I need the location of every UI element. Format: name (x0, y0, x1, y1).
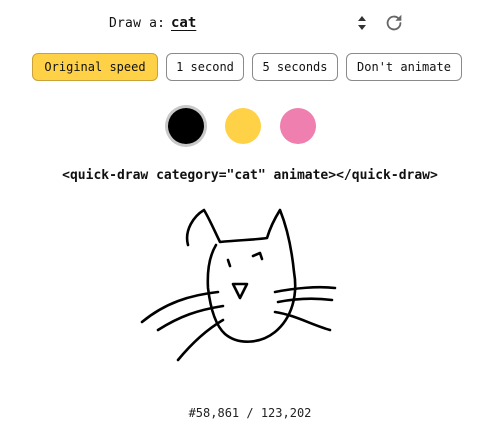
up-down-arrows-icon (358, 16, 366, 30)
cat-nose-stroke (231, 282, 249, 300)
cat-whisker-right-2 (276, 297, 334, 304)
cat-drawing (140, 208, 337, 362)
cat-right-eye-stroke (251, 251, 264, 261)
category-select[interactable]: cat (171, 12, 371, 36)
dont-animate-button[interactable]: Don't animate (346, 53, 462, 81)
one-second-button[interactable]: 1 second (166, 53, 244, 81)
color-swatch-black[interactable] (168, 108, 204, 144)
code-snippet: <quick-draw category="cat" animate></qui… (62, 168, 438, 183)
category-row: Draw a: cat (0, 12, 500, 36)
speed-options: Original speed 1 second 5 seconds Don't … (0, 53, 500, 83)
color-swatch-pink[interactable] (280, 108, 316, 144)
cat-whisker-left-3 (176, 318, 225, 362)
refresh-icon[interactable] (383, 12, 405, 34)
cat-whisker-right-1 (273, 285, 337, 294)
drawing-counter: #58,861 / 123,202 (188, 406, 312, 420)
cat-left-eye-stroke (226, 258, 232, 268)
five-seconds-button[interactable]: 5 seconds (252, 53, 338, 81)
cat-whisker-right-3 (273, 310, 332, 332)
draw-label: Draw a: (109, 16, 166, 31)
color-swatch-yellow[interactable] (225, 108, 261, 144)
cat-head-stroke (185, 208, 297, 343)
category-value: cat (171, 15, 197, 31)
original-speed-button[interactable]: Original speed (32, 53, 158, 81)
